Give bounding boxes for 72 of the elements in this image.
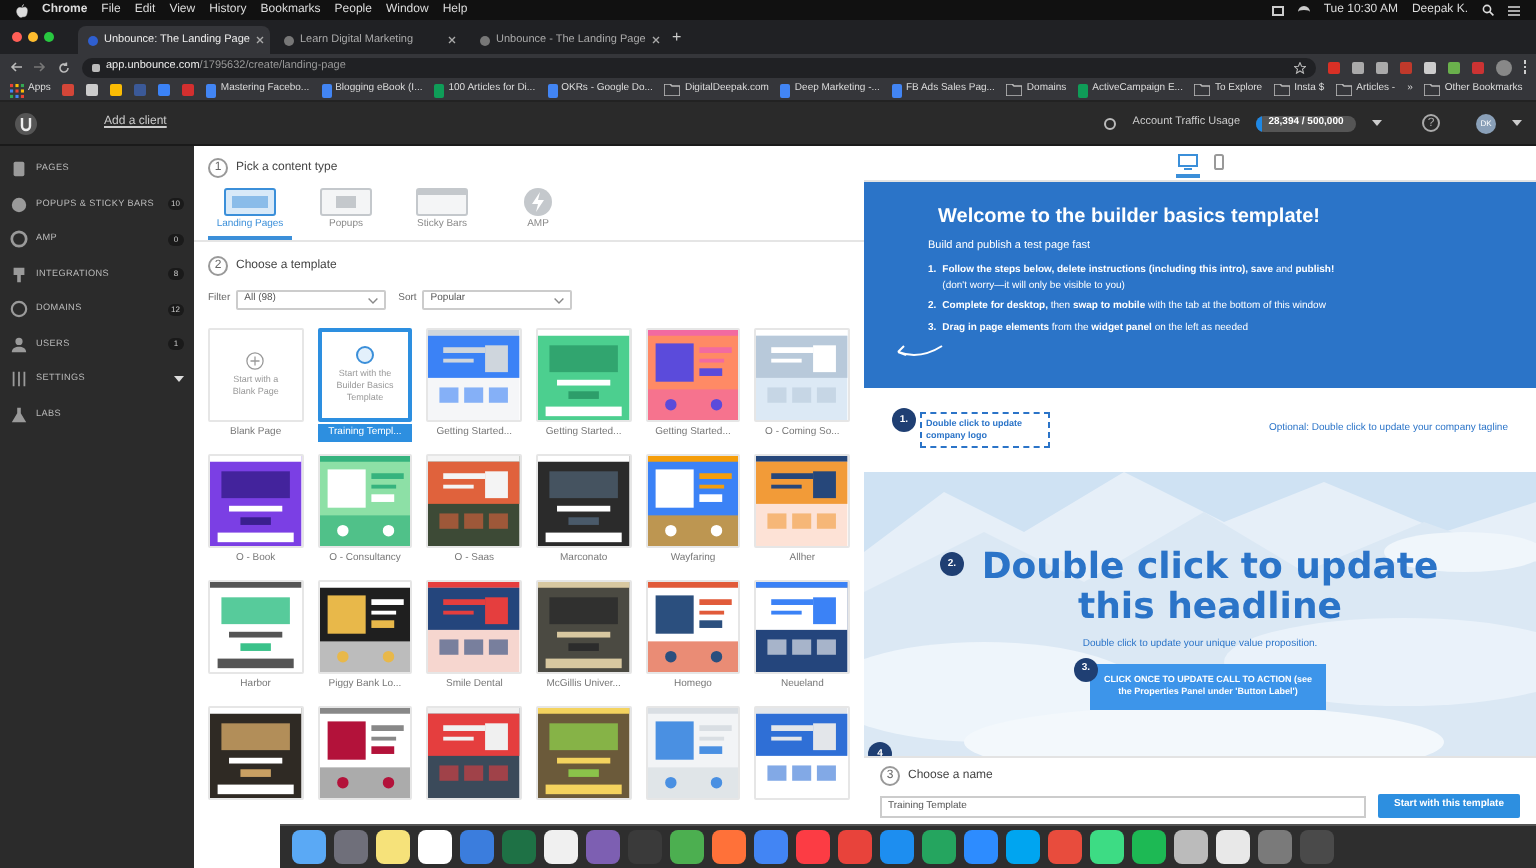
monitor-icon: [1177, 153, 1197, 169]
lock-icon: [92, 63, 100, 71]
intro-title: Welcome to the builder basics template!: [938, 204, 1322, 232]
close-tab-icon[interactable]: [651, 36, 660, 44]
zoom-window-button[interactable]: [44, 32, 54, 42]
tab-favicon-icon: [480, 35, 490, 45]
tab-favicon-icon: [284, 35, 294, 45]
dock-app-icon[interactable]: [1090, 830, 1124, 864]
plus-icon: [246, 352, 265, 371]
phone-icon: [1213, 153, 1223, 169]
gauge-icon: [1104, 117, 1117, 129]
close-window-button[interactable]: [12, 32, 22, 42]
list-icon[interactable]: [1508, 5, 1520, 15]
globe-icon: [10, 300, 28, 319]
reload-icon[interactable]: [58, 61, 70, 73]
caret-icon: [174, 376, 184, 383]
sliders-icon: [10, 370, 28, 389]
folder-icon: [1424, 84, 1441, 96]
folder-icon: [1194, 84, 1211, 96]
document-icon: [780, 83, 791, 97]
chevron-icon: [368, 297, 379, 303]
lightning-icon: [524, 188, 552, 216]
spreadsheet-icon: [434, 83, 445, 97]
template-card[interactable]: [426, 706, 522, 800]
popup-icon: [320, 188, 372, 216]
landing-page-icon: [224, 188, 276, 216]
sticky-bar-icon: [416, 188, 468, 216]
dock-app-icon[interactable]: [292, 830, 326, 864]
template-icon: [355, 346, 374, 365]
document-icon: [547, 83, 558, 97]
folder-icon: [1006, 84, 1023, 96]
logo-icon[interactable]: [14, 111, 38, 135]
close-tab-icon[interactable]: [448, 36, 456, 44]
folder-icon: [664, 84, 681, 96]
template-card[interactable]: [317, 706, 413, 800]
user-icon: [10, 335, 28, 354]
dock-app-icon[interactable]: [418, 830, 452, 864]
minimize-window-button[interactable]: [28, 32, 38, 42]
page-icon: [10, 160, 28, 179]
tab-favicon-icon: [88, 35, 98, 45]
forward-icon[interactable]: [34, 62, 46, 72]
dock-app-icon[interactable]: [1216, 830, 1250, 864]
curved-arrow-icon: [892, 342, 944, 360]
document-icon: [206, 83, 217, 97]
close-tab-icon[interactable]: [256, 36, 264, 44]
folder-icon: [1274, 84, 1291, 96]
dock-app-icon[interactable]: [1174, 830, 1208, 864]
circle-icon: [10, 195, 28, 214]
flask-icon: [10, 405, 28, 424]
template-card[interactable]: [208, 706, 304, 800]
apple-icon[interactable]: [16, 3, 28, 17]
folder-icon: [1336, 84, 1353, 96]
spreadsheet-icon: [1078, 83, 1089, 97]
wifi-icon: [1297, 5, 1310, 15]
dock-app-icon[interactable]: [544, 830, 578, 864]
profile-avatar-icon[interactable]: [1495, 59, 1511, 75]
chevron-icon: [554, 297, 565, 303]
desktop-view-button[interactable]: [1175, 149, 1199, 177]
new-tab-button[interactable]: +: [672, 29, 682, 45]
back-icon[interactable]: [10, 62, 22, 72]
apps-grid-icon: [10, 83, 24, 97]
star-icon[interactable]: [1293, 61, 1305, 73]
document-icon: [891, 83, 902, 97]
caret-icon: [1512, 120, 1522, 126]
headline[interactable]: Double click to update this headline: [960, 548, 1460, 628]
dock-app-icon[interactable]: [376, 830, 410, 864]
status-icon: [1271, 5, 1284, 15]
search-icon[interactable]: [1482, 4, 1494, 16]
ring-icon: [10, 230, 28, 249]
document-icon: [321, 83, 332, 97]
plug-icon: [10, 265, 28, 284]
caret-icon: [1372, 120, 1382, 126]
